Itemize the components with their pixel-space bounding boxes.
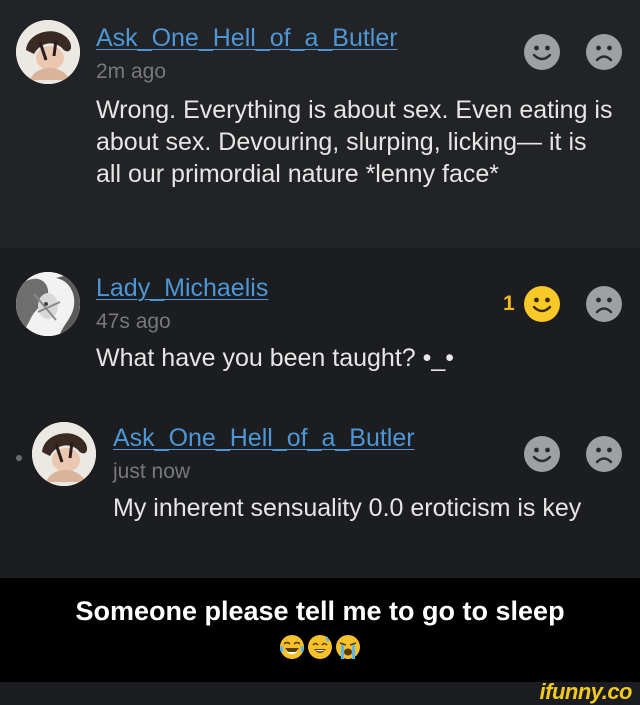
crying-laughing-emoji [279,634,305,660]
frown-icon [595,447,613,464]
smile-button[interactable] [524,34,560,70]
frown-icon [595,45,613,62]
smile-icon [532,447,552,463]
timestamp: just now [113,460,191,483]
smile-button[interactable] [524,436,560,472]
caption-band: Someone please tell me to go to sleep [0,578,640,682]
smile-icon [532,45,552,61]
comment-text: Wrong. Everything is about sex. Even eat… [96,96,613,188]
smile-count: 1 [503,292,515,315]
frown-button[interactable] [586,286,622,322]
comment-item: Ask_One_Hell_of_a_Butler 2m ago Wrong. E… [0,0,640,248]
frown-icon [595,297,613,314]
smile-icon [532,297,552,313]
avatar[interactable] [32,422,96,486]
avatar[interactable] [16,272,80,336]
caption-emojis [0,634,640,660]
avatar[interactable] [16,20,80,84]
ifunny-logo: ifunny.co [539,679,633,704]
username-link[interactable]: Ask_One_Hell_of_a_Butler [96,24,398,53]
reply-indicator-dot [16,455,22,461]
loudly-crying-emoji [335,634,361,660]
comment-item: Lady_Michaelis 47s ago What have you bee… [0,248,640,578]
timestamp: 2m ago [96,60,167,83]
username-link[interactable]: Lady_Michaelis [96,274,268,303]
comment-text: My inherent sensuality 0.0 eroticism is … [113,494,582,522]
caption-text: Someone please tell me to go to sleep [75,596,565,626]
frown-button[interactable] [586,34,622,70]
sweat-smile-emoji [307,634,333,660]
username-link[interactable]: Ask_One_Hell_of_a_Butler [113,424,415,453]
timestamp: 47s ago [96,310,171,333]
footer-bar: ifunny.co [0,679,640,704]
comment-text: What have you been taught? •_• [96,344,455,372]
frown-button[interactable] [586,436,622,472]
smile-button[interactable] [524,286,560,322]
